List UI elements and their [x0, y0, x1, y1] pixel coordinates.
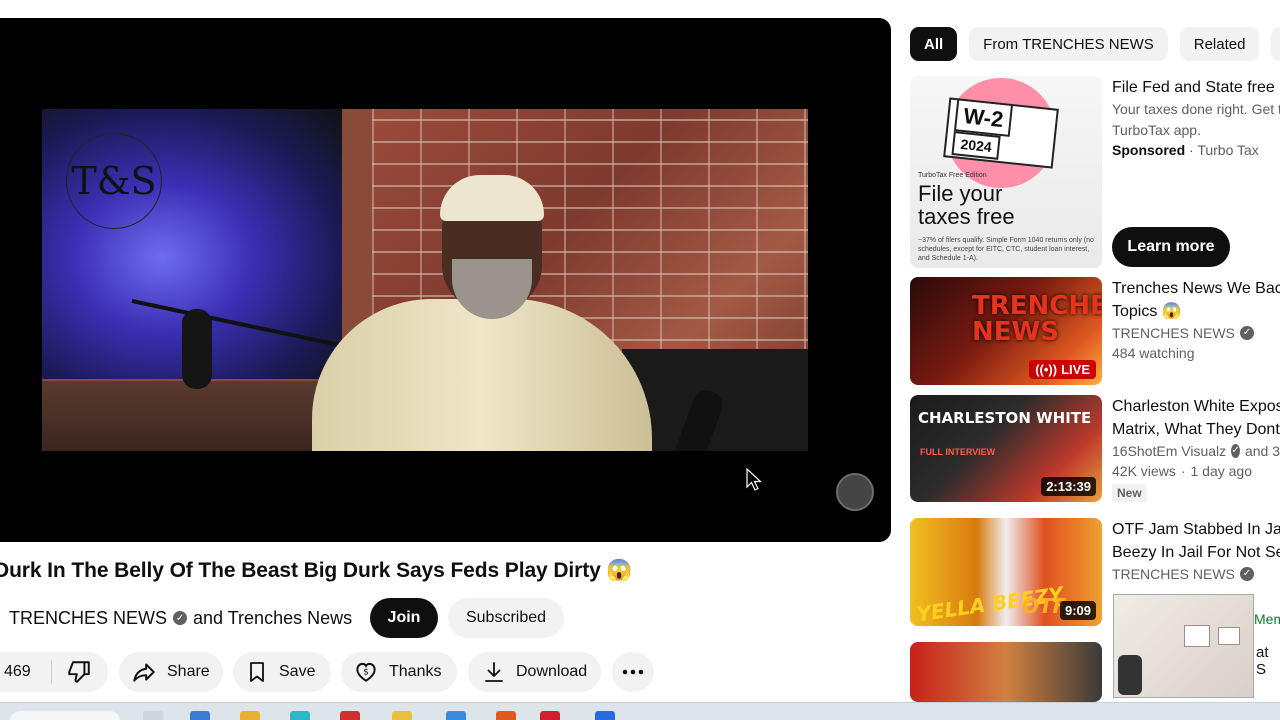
- like-count[interactable]: 469: [4, 663, 31, 681]
- mouse-cursor-icon: [746, 468, 763, 491]
- os-taskbar: [0, 702, 1280, 720]
- video-thumbnail[interactable]: YELLA BEEZY OTF 9:09: [910, 518, 1102, 626]
- verified-check-icon: ✓: [1239, 567, 1254, 581]
- thumb-text: TRENCHES NEWS: [972, 291, 1102, 347]
- channel-line: 16ShotEm Visualz ✓ and 3: [1112, 443, 1280, 459]
- channel-watermark-logo: T&S: [66, 133, 162, 229]
- video-title[interactable]: Trenches News We Bac Topics 😱: [1112, 277, 1280, 323]
- subscribed-button[interactable]: Subscribed: [448, 598, 564, 638]
- chip-related[interactable]: Related: [1179, 27, 1260, 61]
- bookmark-icon: [250, 662, 264, 682]
- channel-line: TRENCHES NEWS ✓: [1112, 323, 1280, 343]
- share-label: Share: [167, 663, 210, 680]
- taskbar-app-icon[interactable]: [595, 711, 615, 720]
- channel-line: TRENCHES NEWS ✓: [1112, 564, 1280, 584]
- taskbar-app-icon[interactable]: [540, 711, 560, 720]
- webcam-overlay: [1113, 594, 1254, 698]
- verified-check-icon: ✓: [1239, 326, 1254, 340]
- like-dislike-group[interactable]: 469: [0, 652, 108, 692]
- chip-from-channel[interactable]: From TRENCHES NEWS: [969, 27, 1168, 61]
- recommendation-item[interactable]: OTF Jam Stabbed In Ja Beezy In Jail For …: [1112, 518, 1280, 584]
- video-player[interactable]: T&S: [0, 18, 891, 542]
- ad-thumb-fine-print: ~37% of filers qualify. Simple Form 1040…: [918, 237, 1094, 263]
- chip-all[interactable]: All: [910, 27, 958, 61]
- taskbar-app-icon[interactable]: [190, 711, 210, 720]
- folder-icon[interactable]: [240, 711, 260, 720]
- video-thumbnail[interactable]: CHARLESTON WHITE FULL INTERVIEW 2:13:39: [910, 395, 1102, 502]
- ad-info[interactable]: File Fed and State free Your taxes done …: [1112, 76, 1280, 158]
- advertiser-name: Turbo Tax: [1197, 142, 1259, 158]
- share-button[interactable]: Share: [119, 652, 223, 692]
- more-actions-button[interactable]: [612, 652, 654, 692]
- save-label: Save: [279, 663, 316, 680]
- learn-more-button[interactable]: Learn more: [1112, 227, 1230, 267]
- thumb-text: CHARLESTON WHITE: [918, 409, 1092, 427]
- microphone: [182, 309, 212, 389]
- recommendation-item[interactable]: Trenches News We Bac Topics 😱 TRENCHES N…: [1112, 277, 1280, 363]
- taskbar-app-icon[interactable]: [446, 711, 466, 720]
- chip-overflow[interactable]: [1271, 27, 1280, 61]
- svg-text:$: $: [363, 668, 369, 678]
- divider: [50, 660, 52, 684]
- duration-badge: 2:13:39: [1041, 477, 1096, 496]
- video-title[interactable]: OTF Jam Stabbed In Ja Beezy In Jail For …: [1112, 518, 1280, 564]
- channel-row: TRENCHES NEWS ✓ and Trenches News: [0, 598, 352, 638]
- taskbar-app-icon[interactable]: [340, 711, 360, 720]
- members-peek-text: Mem: [1254, 611, 1280, 627]
- sponsored-label: Sponsored: [1112, 142, 1186, 158]
- dislike-icon[interactable]: [66, 659, 92, 685]
- ad-thumb-edition: TurboTax Free Edition: [918, 172, 987, 179]
- video-thumbnail[interactable]: TRENCHES NEWS ((•))LIVE: [910, 277, 1102, 385]
- speaker-figure: [292, 169, 727, 451]
- live-badge: ((•)) LIVE: [1029, 360, 1096, 379]
- taskbar-app-icon[interactable]: [392, 711, 412, 720]
- video-thumbnail[interactable]: [910, 642, 1102, 702]
- watching-count: 484 watching: [1112, 345, 1195, 361]
- ad-title[interactable]: File Fed and State free: [1112, 76, 1280, 99]
- recommendation-item[interactable]: Charleston White Expos Matrix, What They…: [1112, 395, 1280, 502]
- live-broadcast-icon: ((•)): [1035, 362, 1058, 377]
- thanks-label: Thanks: [389, 663, 442, 680]
- ad-thumb-headline: File your taxes free: [918, 181, 1015, 230]
- save-button[interactable]: Save: [233, 652, 331, 692]
- thumb-subtext: FULL INTERVIEW: [920, 447, 996, 457]
- views-line: 42K views · 1 day ago: [1112, 463, 1252, 479]
- more-horizontal-icon: [622, 669, 644, 675]
- ad-thumbnail[interactable]: W-2 2024 TurboTax Free Edition File your…: [910, 76, 1102, 268]
- ad-sponsor-line: Sponsored · Turbo Tax: [1112, 142, 1259, 158]
- taskbar-app-icon[interactable]: [290, 711, 310, 720]
- channel-name[interactable]: TRENCHES NEWS: [9, 608, 167, 629]
- ad-desc-2: TurboTax app.: [1112, 122, 1201, 138]
- title-peek-text: at S: [1256, 644, 1269, 678]
- channel-collab[interactable]: and Trenches News: [193, 608, 352, 629]
- duration-badge: 9:09: [1059, 601, 1096, 620]
- channel-info[interactable]: TRENCHES NEWS ✓ and Trenches News: [9, 608, 352, 629]
- download-button[interactable]: Download: [468, 652, 601, 692]
- share-icon: [133, 663, 155, 682]
- branding-watermark-icon[interactable]: [836, 473, 874, 511]
- taskbar-app-icon[interactable]: [143, 711, 163, 720]
- video-title[interactable]: Charleston White Expos Matrix, What They…: [1112, 395, 1280, 441]
- filter-chips: All From TRENCHES NEWS Related: [910, 27, 1280, 61]
- verified-check-icon: ✓: [1231, 444, 1240, 458]
- thanks-button[interactable]: $ Thanks: [341, 652, 457, 692]
- new-badge: New: [1112, 484, 1147, 502]
- taskbar-search[interactable]: [10, 711, 120, 720]
- join-button[interactable]: Join: [370, 598, 438, 638]
- video-title: Durk In The Belly Of The Beast Big Durk …: [0, 559, 633, 582]
- heart-dollar-icon: $: [356, 662, 376, 682]
- ad-desc-1: Your taxes done right. Get th: [1112, 101, 1280, 117]
- taskbar-app-icon[interactable]: [496, 711, 516, 720]
- download-icon: [485, 662, 503, 682]
- verified-check-icon: ✓: [173, 611, 188, 625]
- download-label: Download: [516, 663, 588, 680]
